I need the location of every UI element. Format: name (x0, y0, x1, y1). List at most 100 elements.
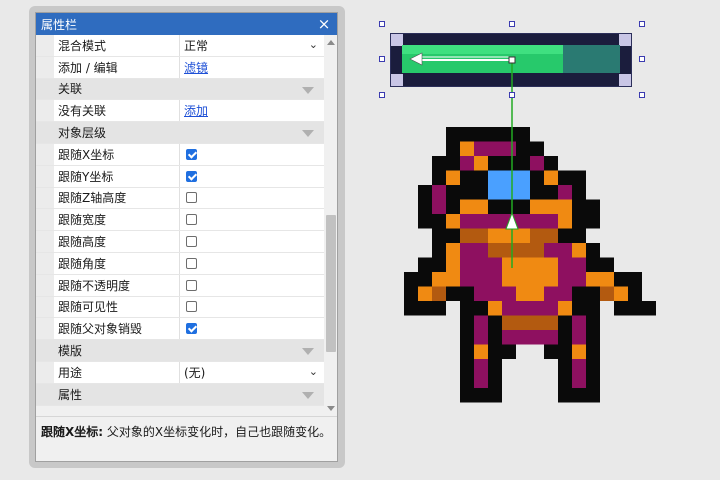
row-gutter (36, 56, 54, 78)
close-icon[interactable]: × (316, 16, 332, 32)
property-checkbox[interactable] (186, 170, 197, 182)
selection-handle-bottom-right[interactable] (639, 92, 645, 98)
panel-title: 属性栏 (41, 17, 78, 32)
row-gutter (36, 35, 54, 56)
property-name: 跟随角度 (54, 252, 180, 274)
property-checkbox[interactable] (186, 214, 197, 226)
property-checkbox[interactable] (186, 301, 197, 313)
property-row[interactable]: 跟随X坐标 (36, 143, 324, 166)
property-row[interactable]: 跟随不透明度 (36, 274, 324, 297)
row-gutter (36, 296, 54, 318)
property-value[interactable] (180, 188, 324, 209)
description-text: 父对象的X坐标变化时，自己也跟随变化。 (106, 425, 332, 439)
selection-handle-bottom[interactable] (509, 92, 515, 98)
property-name: 跟随Z轴高度 (54, 187, 180, 209)
section-header[interactable]: 模版 (36, 340, 324, 362)
panel-titlebar[interactable]: 属性栏 × (36, 13, 337, 35)
property-name: 跟随不透明度 (54, 274, 180, 296)
property-name: 跟随父对象销毁 (54, 318, 180, 340)
property-row[interactable]: 跟随Z轴高度 (36, 187, 324, 210)
row-gutter (36, 274, 54, 296)
property-row[interactable]: 跟随父对象销毁 (36, 318, 324, 341)
property-checkbox[interactable] (186, 257, 197, 269)
collapse-triangle-icon[interactable] (302, 391, 314, 399)
selection-handle-top-right[interactable] (639, 21, 645, 27)
property-row[interactable]: 跟随Y坐标 (36, 165, 324, 188)
property-value[interactable] (180, 275, 324, 296)
property-value[interactable]: 添加 (180, 100, 324, 121)
row-gutter (36, 361, 54, 383)
bar-corner-top-right (619, 34, 631, 46)
property-link[interactable]: 添加 (184, 102, 208, 119)
scroll-up-arrow-icon[interactable] (327, 40, 335, 45)
property-checkbox[interactable] (186, 323, 197, 335)
property-value[interactable]: 滤镜 (180, 57, 324, 78)
selection-handle-top-left[interactable] (379, 21, 385, 27)
property-checkbox[interactable] (186, 192, 197, 204)
selection-handle-top[interactable] (509, 21, 515, 27)
properties-panel-body: 属性栏 × 混合模式 正常 ⌄ 添加 / 编辑 滤镜 关联 没有关联 添加 对象层级 跟随X坐标跟… (35, 12, 338, 462)
property-name: 跟随宽度 (54, 209, 180, 231)
property-name: 跟随可见性 (54, 296, 180, 318)
selection-handle-right[interactable] (639, 56, 645, 62)
description-label: 跟随X坐标: (41, 425, 104, 439)
row-gutter (36, 100, 54, 122)
health-bar-remaining (563, 45, 620, 73)
collapse-triangle-icon[interactable] (302, 348, 314, 356)
selection-handle-left[interactable] (379, 56, 385, 62)
property-name: 添加 / 编辑 (54, 56, 180, 78)
section-title: 模版 (58, 344, 83, 359)
property-description: 跟随X坐标: 父对象的X坐标变化时，自己也跟随变化。 (36, 416, 337, 461)
section-header[interactable]: 关联 (36, 78, 324, 101)
row-gutter (36, 252, 54, 274)
section-title: 对象层级 (58, 126, 107, 141)
chevron-down-icon[interactable]: ⌄ (309, 365, 318, 378)
property-row[interactable]: 没有关联 添加 (36, 100, 324, 123)
chevron-down-icon[interactable]: ⌄ (309, 38, 318, 51)
scroll-down-arrow-icon[interactable] (327, 406, 335, 411)
property-row[interactable]: 跟随宽度 (36, 209, 324, 232)
property-row[interactable]: 跟随可见性 (36, 296, 324, 319)
property-grid: 混合模式 正常 ⌄ 添加 / 编辑 滤镜 关联 没有关联 添加 对象层级 跟随X坐标 跟随Y坐标 跟随… (36, 35, 324, 416)
bar-corner-bottom-right (619, 74, 631, 86)
scrollbar-thumb[interactable] (326, 215, 336, 352)
property-row[interactable]: 跟随高度 (36, 231, 324, 253)
property-row[interactable]: 跟随角度 (36, 252, 324, 275)
property-row[interactable]: 用途 (无) ⌄ (36, 361, 324, 384)
row-gutter (36, 165, 54, 187)
row-gutter (36, 231, 54, 252)
health-bar-fill-highlight (402, 45, 563, 54)
property-value[interactable]: 正常 ⌄ (180, 35, 324, 56)
property-value[interactable] (180, 297, 324, 318)
row-gutter (36, 318, 54, 340)
property-row[interactable]: 添加 / 编辑 滤镜 (36, 56, 324, 79)
property-value[interactable] (180, 144, 324, 165)
section-title: 关联 (58, 82, 83, 97)
property-link[interactable]: 滤镜 (184, 59, 208, 76)
property-checkbox[interactable] (186, 279, 197, 291)
property-row[interactable]: 混合模式 正常 ⌄ (36, 35, 324, 57)
collapse-triangle-icon[interactable] (302, 130, 314, 138)
property-name: 跟随Y坐标 (54, 165, 180, 187)
property-value[interactable]: (无) ⌄ (180, 362, 324, 383)
property-value[interactable] (180, 209, 324, 230)
property-value[interactable] (180, 231, 324, 252)
property-checkbox[interactable] (186, 236, 197, 248)
bar-corner-bottom-left (391, 74, 403, 86)
property-name: 用途 (54, 361, 180, 383)
property-checkbox[interactable] (186, 148, 197, 160)
collapse-triangle-icon[interactable] (302, 86, 314, 94)
property-grid-scrollbar[interactable] (324, 35, 337, 416)
row-gutter (36, 209, 54, 231)
property-value[interactable] (180, 253, 324, 274)
section-header[interactable]: 对象层级 (36, 122, 324, 144)
dropdown-value[interactable]: (无) (184, 364, 205, 381)
selection-handle-bottom-left[interactable] (379, 92, 385, 98)
section-title: 属性 (58, 387, 83, 402)
property-value[interactable] (180, 318, 324, 339)
property-name: 跟随X坐标 (54, 143, 180, 165)
properties-panel: 属性栏 × 混合模式 正常 ⌄ 添加 / 编辑 滤镜 关联 没有关联 添加 对象层级 跟随X坐标跟… (29, 6, 345, 468)
dropdown-value[interactable]: 正常 (184, 37, 208, 54)
property-value[interactable] (180, 166, 324, 187)
section-header[interactable]: 属性 (36, 383, 324, 406)
